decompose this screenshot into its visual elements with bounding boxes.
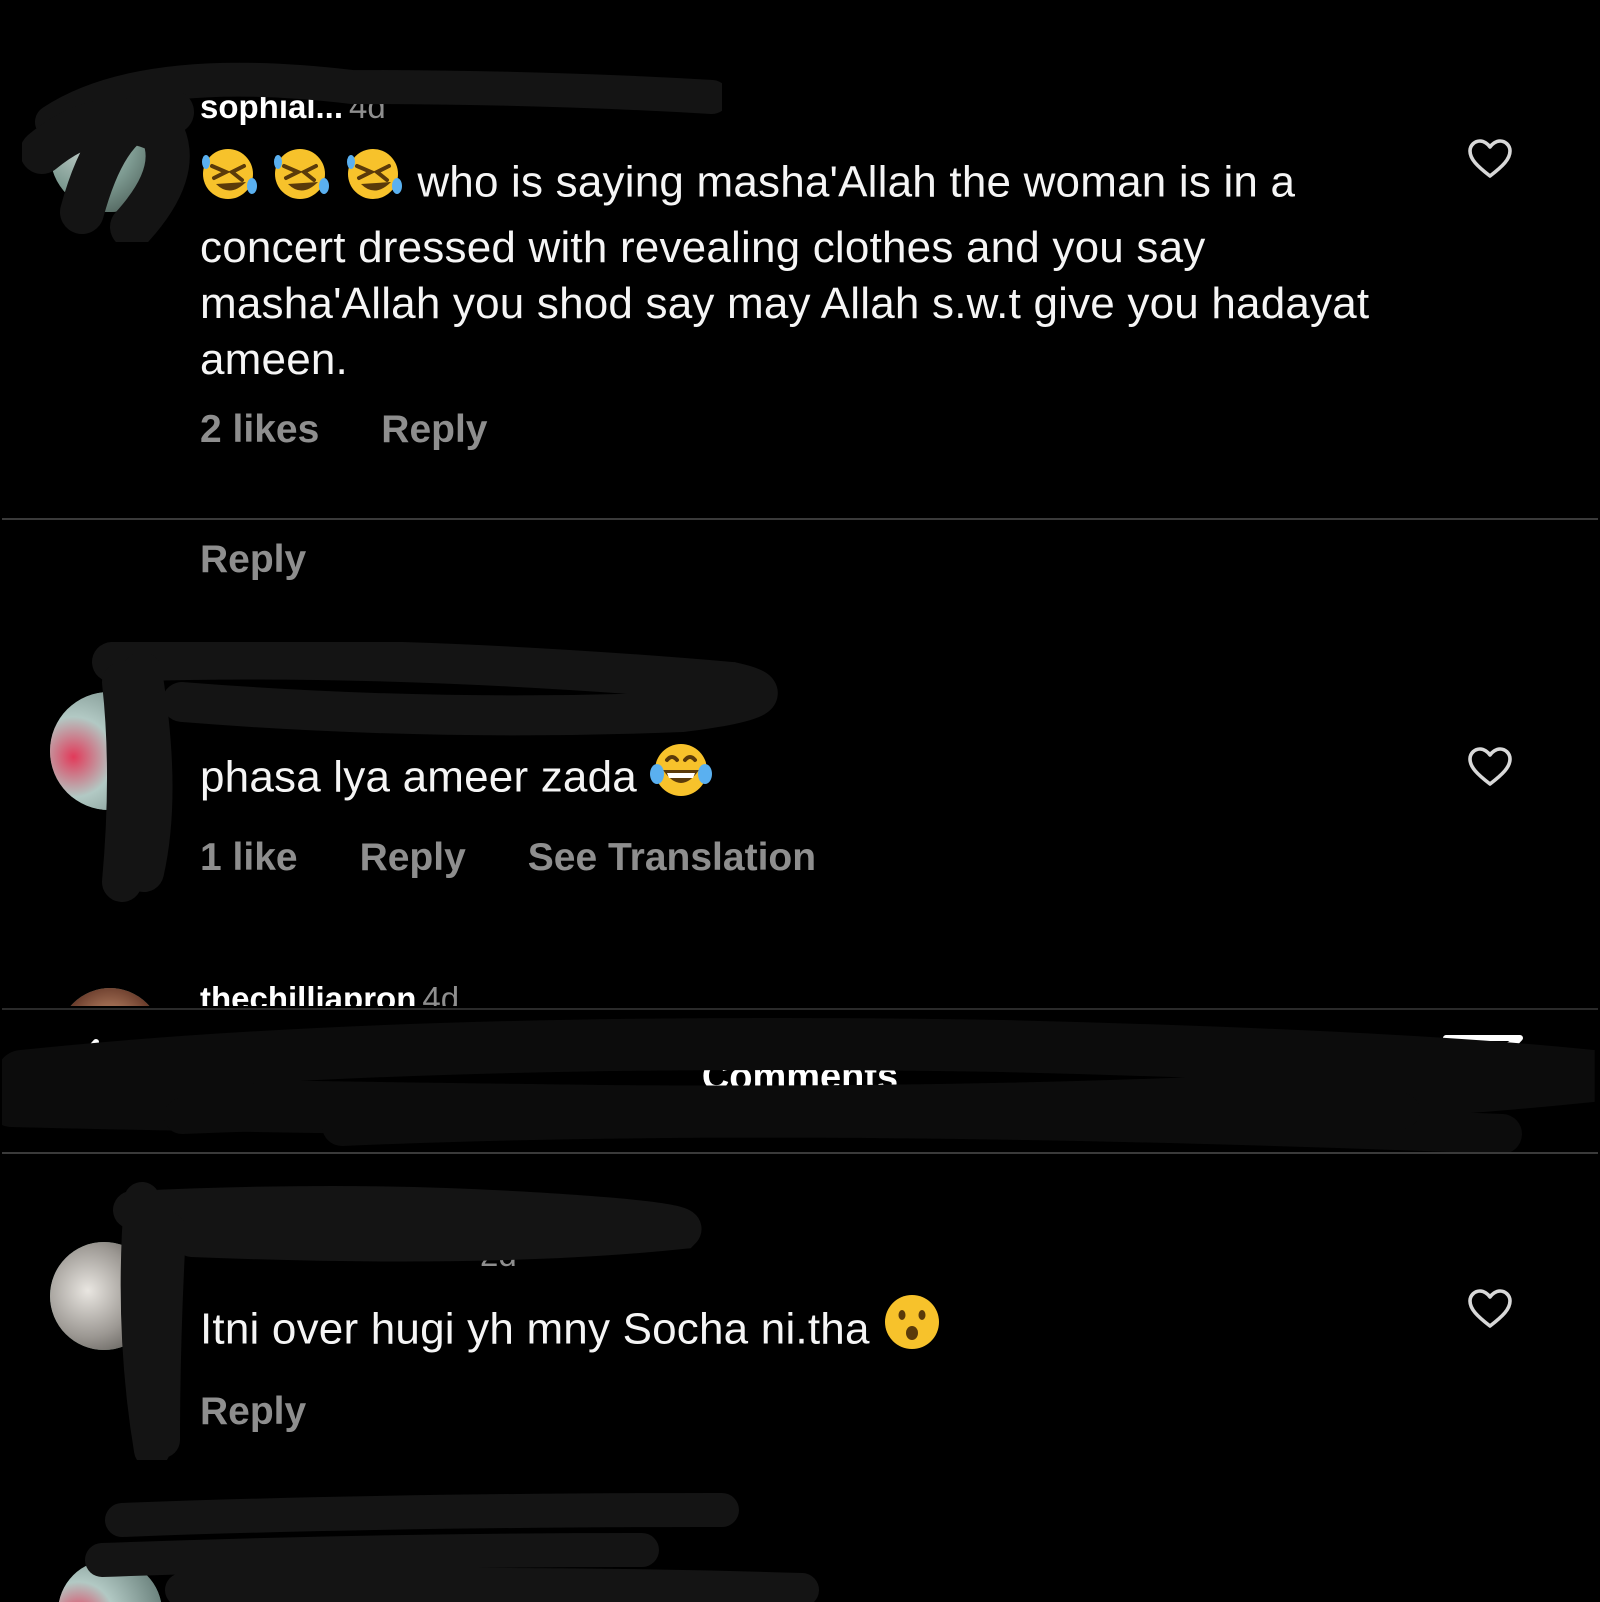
comment-actions: 2 likes Reply [200, 408, 549, 452]
username-text[interactable]: thechilliapron [200, 980, 416, 1006]
likes-count[interactable]: 1 like [200, 836, 298, 879]
screenshot-panel-1: sophial... 4d who is saying masha'Allah t… [2, 2, 1598, 1006]
comment-time: 4d [349, 88, 386, 125]
comment-text: phasa lya ameer zada [200, 744, 1380, 816]
send-icon[interactable] [1442, 1030, 1524, 1112]
comment-body: Itni over hugi yh mny Socha ni.tha [200, 1304, 870, 1354]
comment-body: phasa lya ameer zada [200, 752, 637, 802]
comment-text: Itni over hugi yh mny Socha ni.tha [200, 1295, 1380, 1368]
divider [2, 518, 1598, 520]
comments-header: Comments [2, 1010, 1598, 1150]
reply-button[interactable]: Reply [381, 408, 487, 451]
avatar[interactable] [58, 988, 162, 1006]
likes-count[interactable]: 2 likes [200, 408, 319, 451]
comment-username[interactable]: 2d [200, 1236, 517, 1274]
comment-actions: 1 like Reply See Translation [200, 836, 878, 880]
comment-time: 4d [422, 980, 460, 1006]
reply-button[interactable]: Reply [360, 836, 466, 879]
heart-outline-icon[interactable] [1467, 138, 1513, 180]
comment-username[interactable] [200, 678, 206, 716]
divider [2, 1152, 1598, 1154]
heart-outline-icon[interactable] [1467, 1288, 1513, 1330]
avatar[interactable] [50, 1242, 158, 1350]
screenshot-panel-2: Comments 2d Itni over hugi yh mny Socha … [2, 1008, 1598, 1602]
comment-username[interactable]: sophial... 4d [200, 88, 386, 126]
redaction-scribble [85, 1493, 819, 1602]
comment-text: who is saying masha'Allah the woman is i… [200, 149, 1380, 388]
heart-outline-icon[interactable] [1467, 746, 1513, 788]
page-title: Comments [701, 1056, 899, 1098]
rolling-on-floor-laughing-emoji-icon [345, 146, 405, 216]
rolling-on-floor-laughing-emoji-icon [272, 146, 332, 216]
face-with-open-mouth-emoji-icon [882, 1292, 942, 1364]
comment-actions: Reply [200, 1390, 368, 1434]
avatar[interactable] [50, 94, 168, 212]
avatar[interactable] [58, 1560, 162, 1602]
reply-button[interactable]: Reply [200, 538, 368, 582]
reply-button[interactable]: Reply [200, 1390, 306, 1433]
see-translation-link[interactable]: See Translation [528, 836, 816, 879]
avatar[interactable] [50, 692, 168, 810]
username-text[interactable]: sophial... [200, 88, 343, 125]
comment-username[interactable]: thechilliapron 4d [200, 980, 459, 1006]
comment-time: 2d [480, 1236, 517, 1273]
face-with-tears-of-joy-emoji-icon [649, 740, 713, 812]
rolling-on-floor-laughing-emoji-icon [200, 146, 260, 216]
